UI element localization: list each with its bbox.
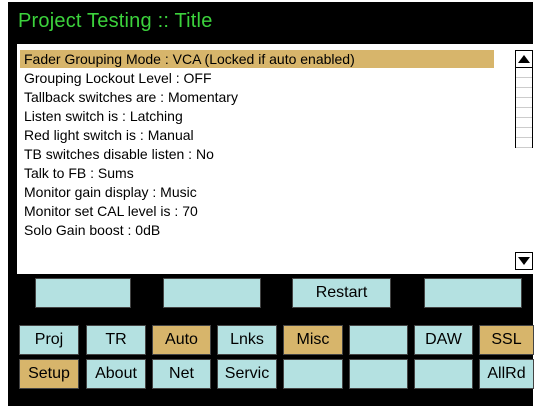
tab-allrd[interactable]: AllRd: [479, 359, 534, 389]
scroll-thumb[interactable]: [515, 68, 533, 148]
triangle-down-icon: [518, 257, 530, 265]
list-item-listen-switch[interactable]: Listen switch is : Latching: [20, 107, 494, 125]
tab-lnks[interactable]: Lnks: [217, 325, 277, 355]
action-button-1[interactable]: [35, 278, 131, 308]
tab-tr[interactable]: TR: [86, 325, 146, 355]
list-item-grouping-lockout-level[interactable]: Grouping Lockout Level : OFF: [20, 69, 494, 87]
list-item-tallback-switches[interactable]: Tallback switches are : Momentary: [20, 88, 494, 106]
list-item-fader-grouping-mode[interactable]: Fader Grouping Mode : VCA (Locked if aut…: [20, 50, 494, 68]
tab-about[interactable]: About: [86, 359, 146, 389]
tab-blank-2[interactable]: [283, 359, 343, 389]
list-item-red-light-switch[interactable]: Red light switch is : Manual: [20, 126, 494, 144]
list-item-monitor-cal-level[interactable]: Monitor set CAL level is : 70: [20, 202, 494, 220]
scroll-up-button[interactable]: [515, 50, 533, 68]
tab-blank-4[interactable]: [414, 359, 473, 389]
restart-button[interactable]: Restart: [292, 278, 391, 308]
tab-ssl[interactable]: SSL: [479, 325, 534, 355]
list-scrollbar[interactable]: [515, 44, 533, 274]
tab-net[interactable]: Net: [152, 359, 211, 389]
tab-daw[interactable]: DAW: [414, 325, 473, 355]
list-item-talk-to-fb[interactable]: Talk to FB : Sums: [20, 164, 494, 182]
triangle-up-icon: [518, 55, 530, 63]
tab-blank-1[interactable]: [349, 325, 408, 355]
tab-misc[interactable]: Misc: [283, 325, 343, 355]
tab-blank-3[interactable]: [349, 359, 408, 389]
settings-list: Fader Grouping Mode : VCA (Locked if aut…: [17, 44, 533, 274]
tab-setup[interactable]: Setup: [19, 359, 79, 389]
tab-servic[interactable]: Servic: [217, 359, 277, 389]
action-button-4[interactable]: [424, 278, 522, 308]
action-button-2[interactable]: [163, 278, 261, 308]
tab-proj[interactable]: Proj: [19, 325, 79, 355]
page-title: Project Testing :: Title: [18, 10, 213, 32]
list-item-monitor-gain-display[interactable]: Monitor gain display : Music: [20, 183, 494, 201]
list-item-solo-gain-boost[interactable]: Solo Gain boost : 0dB: [20, 221, 494, 239]
tab-auto[interactable]: Auto: [152, 325, 211, 355]
list-item-tb-switches-disable-listen[interactable]: TB switches disable listen : No: [20, 145, 494, 163]
scroll-down-button[interactable]: [515, 252, 533, 270]
